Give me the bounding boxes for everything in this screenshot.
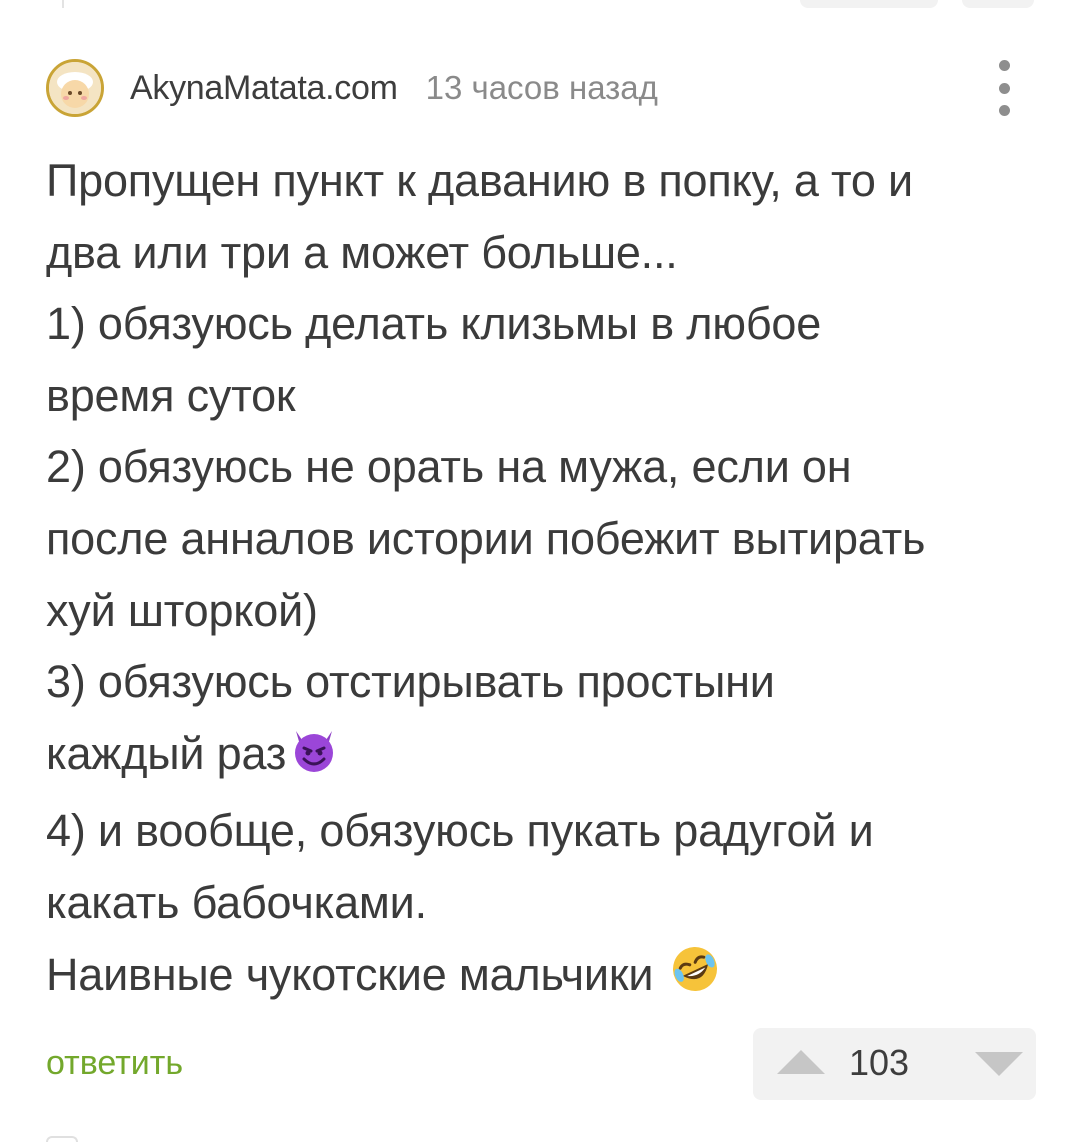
comment-text: Пропущен пункт к даванию в попку, а то и… <box>46 145 1036 1016</box>
previous-downvote-box[interactable] <box>962 0 1034 8</box>
downvote-button[interactable] <box>962 1028 1036 1100</box>
comment-footer: ответить 103 <box>46 1028 1036 1100</box>
avatar[interactable] <box>46 59 104 117</box>
comment-header: AkynaMatata.com 13 часов назад <box>46 58 1036 118</box>
author-name[interactable]: AkynaMatata.com <box>130 69 398 108</box>
thread-line <box>62 0 64 8</box>
comment-line-with-emoji: Наивные чукотские мальчики <box>46 939 1036 1017</box>
rolling-laughing-emoji <box>668 942 722 1017</box>
comment-line: 3) обязуюсь отстирывать простыни <box>46 656 775 708</box>
comment-line: время суток <box>46 369 296 421</box>
rating-score: 103 <box>849 1042 910 1083</box>
comment-line: два или три а может больше... <box>46 226 678 278</box>
more-vertical-icon[interactable] <box>994 60 1014 116</box>
triangle-down-icon <box>975 1052 1023 1076</box>
comment-time: 13 часов назад <box>425 69 658 106</box>
comment-line: 4) и вообще, обязуюсь пукать радугой и <box>46 805 874 857</box>
comment-page: AkynaMatata.com 13 часов назад Пропущен … <box>0 0 1080 1142</box>
comment-line: 1) обязуюсь делать клизьмы в любое <box>46 298 822 350</box>
previous-rating-box[interactable] <box>800 0 938 8</box>
comment-line: какать бабочками. <box>46 876 427 928</box>
avatar-image <box>49 62 101 114</box>
comment-line: Пропущен пункт к даванию в попку, а то и <box>46 155 913 206</box>
smiling-devil-emoji <box>288 723 340 796</box>
reply-link[interactable]: ответить <box>46 1044 183 1083</box>
comment-line: хуй шторкой) <box>46 584 318 636</box>
comment-line-text: Наивные чукотские мальчики <box>46 948 654 1000</box>
triangle-up-icon[interactable] <box>777 1050 825 1074</box>
comment-line-with-emoji: каждый раз <box>46 718 1036 796</box>
comment-line-text: каждый раз <box>46 727 287 779</box>
comment-line: 2) обязуюсь не орать на мужа, если он <box>46 441 852 493</box>
next-comment-avatar <box>46 1136 78 1142</box>
rating-box: 103 <box>753 1028 985 1100</box>
comment-line: после анналов истории побежит вытирать <box>46 512 926 564</box>
